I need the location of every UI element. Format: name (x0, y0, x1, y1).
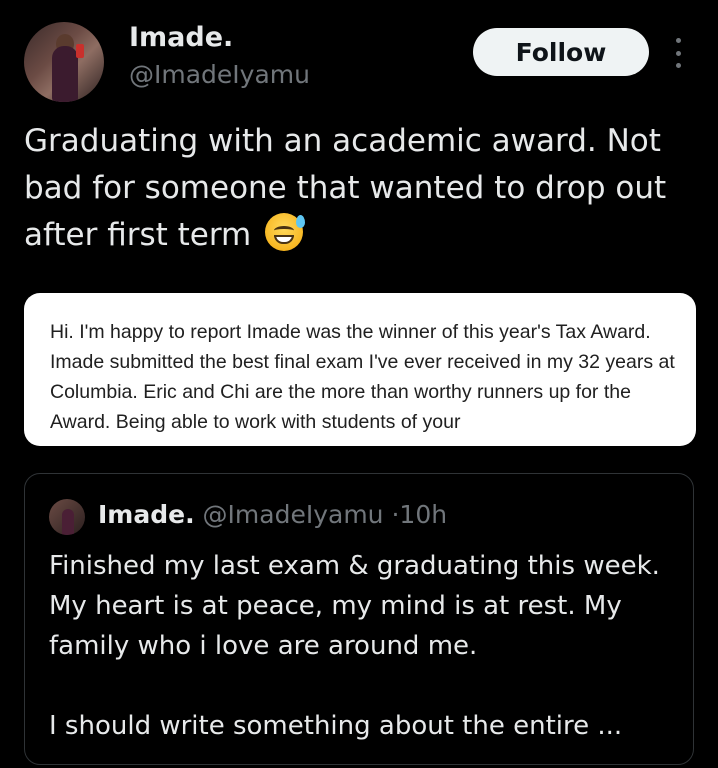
tweet-text: Graduating with an academic award. Not b… (24, 118, 708, 259)
image-text: Hi. I'm happy to report Imade was the wi… (50, 321, 675, 433)
follow-button[interactable]: Follow (473, 28, 649, 76)
quoted-time: 10h (399, 500, 448, 529)
quoted-tweet[interactable]: Imade. @ImadeIyamu ·10h Finished my last… (24, 473, 694, 765)
quoted-author-name: Imade. (98, 500, 195, 529)
quoted-text: Finished my last exam & graduating this … (49, 551, 660, 741)
author-name[interactable]: Imade. (129, 22, 233, 53)
grinning-sweat-emoji-icon (265, 213, 306, 251)
more-dot (675, 38, 681, 43)
more-dot (675, 50, 681, 56)
avatar-figure (52, 46, 78, 102)
quoted-avatar (49, 499, 85, 535)
tweet-image[interactable]: Hi. I'm happy to report Imade was the wi… (24, 293, 696, 446)
quoted-header: Imade. @ImadeIyamu ·10h (98, 500, 447, 529)
more-dot (675, 63, 681, 68)
author-avatar[interactable] (24, 22, 104, 102)
avatar-phone (76, 44, 84, 58)
author-handle[interactable]: @ImadeIyamu (129, 60, 310, 89)
tweet-body: Graduating with an academic award. Not b… (24, 123, 667, 253)
quoted-author-handle: @ImadeIyamu (202, 500, 384, 529)
more-vertical-icon[interactable] (670, 38, 686, 68)
